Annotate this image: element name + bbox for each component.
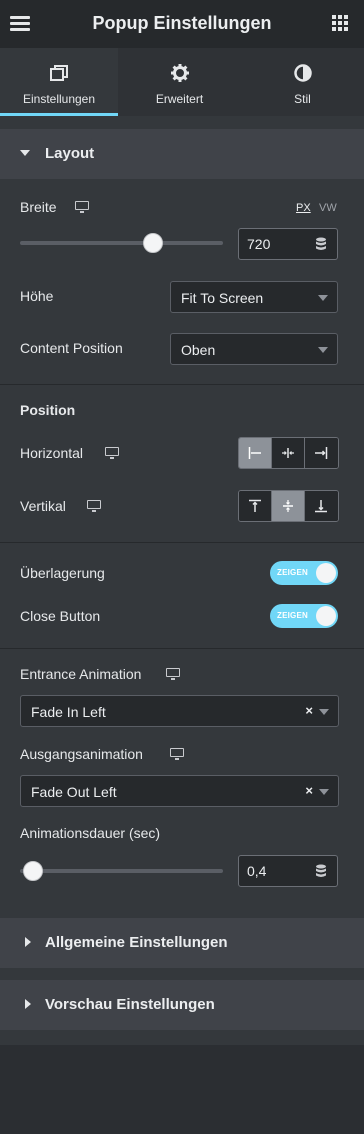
tab-einstellungen[interactable]: Einstellungen	[0, 48, 118, 116]
overlay-toggle[interactable]: ZEIGEN	[270, 561, 338, 585]
section-title: Vorschau Einstellungen	[45, 996, 215, 1013]
caret-right-icon	[25, 999, 31, 1009]
exit-animation-label: Ausgangsanimation	[20, 746, 143, 762]
divider	[0, 648, 364, 649]
horizontal-label: Horizontal	[20, 445, 84, 461]
dynamic-tags-button[interactable]	[304, 228, 338, 260]
align-top-icon	[249, 499, 261, 512]
caret-down-icon	[20, 150, 30, 156]
chevron-down-icon	[318, 347, 328, 353]
divider	[0, 384, 364, 385]
tab-erweitert[interactable]: Erweitert	[118, 48, 241, 116]
position-heading: Position	[20, 402, 76, 418]
select-value: Fade In Left	[31, 704, 106, 720]
section-title: Layout	[45, 145, 95, 162]
content-position-label: Content Position	[20, 340, 123, 356]
monitor-icon[interactable]	[105, 447, 119, 459]
align-top-button[interactable]	[239, 491, 272, 521]
panel-header: Popup Einstellungen	[0, 0, 364, 48]
chevron-down-icon	[319, 709, 329, 715]
align-middle-icon	[283, 500, 293, 512]
clear-icon[interactable]: ×	[305, 703, 313, 718]
monitor-icon[interactable]	[170, 748, 184, 760]
align-center-button[interactable]	[272, 438, 305, 468]
monitor-icon[interactable]	[166, 668, 180, 680]
vertikal-label: Vertikal	[20, 498, 66, 514]
breite-label: Breite	[20, 199, 57, 215]
divider	[0, 542, 364, 543]
align-bottom-button[interactable]	[305, 491, 338, 521]
breite-slider-thumb[interactable]	[142, 233, 163, 253]
entrance-animation-label: Entrance Animation	[20, 666, 142, 682]
align-right-icon	[315, 447, 328, 459]
tab-stil[interactable]: Stil	[241, 48, 364, 116]
duration-input[interactable]: 0,4	[238, 855, 305, 887]
content-position-select[interactable]: Oben	[170, 333, 338, 365]
chevron-down-icon	[318, 295, 328, 301]
chevron-down-icon	[319, 789, 329, 795]
tab-label: Erweitert	[155, 92, 204, 106]
align-center-horizontal-icon	[282, 448, 294, 458]
vertical-align-group	[238, 490, 339, 522]
close-button-label: Close Button	[20, 608, 101, 624]
toggle-knob	[316, 563, 336, 583]
monitor-icon[interactable]	[87, 500, 101, 512]
database-icon	[316, 237, 326, 250]
panel-footer-space	[0, 1045, 364, 1134]
toggle-knob	[316, 606, 336, 626]
breite-slider-track[interactable]	[20, 241, 223, 245]
unit-vw[interactable]: VW	[319, 202, 337, 214]
panel-title: Popup Einstellungen	[92, 13, 272, 33]
close-button-toggle[interactable]: ZEIGEN	[270, 604, 338, 628]
exit-animation-select[interactable]: Fade Out Left ×	[20, 775, 339, 807]
database-icon	[316, 864, 326, 877]
gear-icon	[170, 63, 190, 83]
select-value: Fade Out Left	[31, 784, 117, 800]
clear-icon[interactable]: ×	[305, 783, 313, 798]
align-left-button[interactable]	[239, 438, 272, 468]
align-bottom-icon	[315, 500, 327, 513]
entrance-animation-select[interactable]: Fade In Left ×	[20, 695, 339, 727]
overlay-label: Überlagerung	[20, 565, 105, 581]
toggle-text: ZEIGEN	[277, 568, 308, 577]
monitor-icon[interactable]	[75, 201, 89, 213]
duration-slider-thumb[interactable]	[23, 861, 43, 881]
select-value: Fit To Screen	[181, 290, 264, 306]
window-icon	[49, 63, 69, 83]
tab-bar: Einstellungen Erweitert Stil	[0, 48, 364, 116]
duration-slider-track[interactable]	[20, 869, 223, 873]
breite-input[interactable]: 720	[238, 228, 305, 260]
unit-px[interactable]: PX	[296, 202, 311, 214]
hoehe-label: Höhe	[20, 288, 54, 304]
select-value: Oben	[181, 342, 216, 358]
caret-right-icon	[25, 937, 31, 947]
tab-label: Einstellungen	[22, 92, 96, 106]
hoehe-select[interactable]: Fit To Screen	[170, 281, 338, 313]
dynamic-tags-button[interactable]	[304, 855, 338, 887]
contrast-icon	[293, 63, 313, 83]
align-right-button[interactable]	[305, 438, 338, 468]
duration-label: Animationsdauer (sec)	[20, 825, 161, 841]
grid-apps-icon[interactable]	[332, 15, 348, 31]
section-allgemeine-header[interactable]: Allgemeine Einstellungen	[0, 918, 364, 968]
horizontal-align-group	[238, 437, 339, 469]
align-middle-button[interactable]	[272, 491, 305, 521]
align-left-icon	[248, 447, 261, 459]
toggle-text: ZEIGEN	[277, 611, 308, 620]
section-title: Allgemeine Einstellungen	[45, 934, 228, 951]
tab-label: Stil	[294, 92, 311, 106]
section-layout-header[interactable]: Layout	[0, 129, 364, 179]
section-vorschau-header[interactable]: Vorschau Einstellungen	[0, 980, 364, 1030]
